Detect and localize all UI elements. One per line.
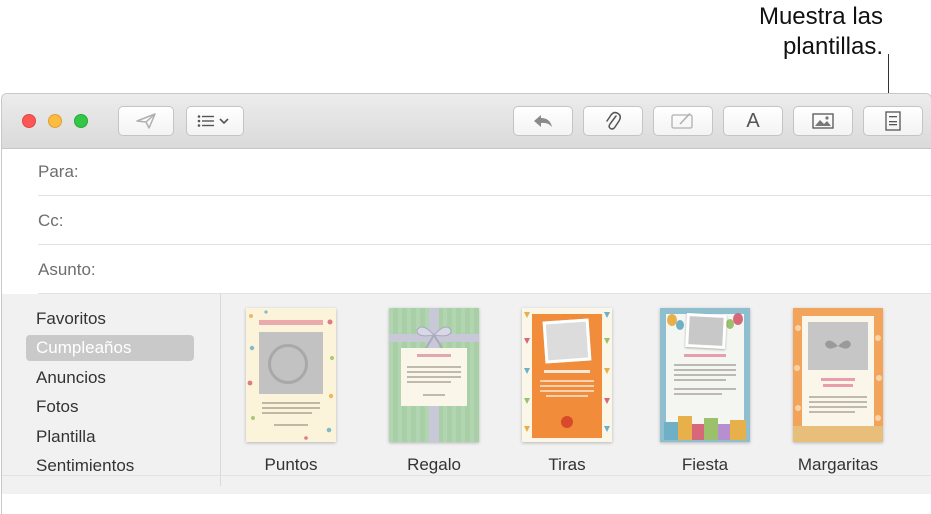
subject-label: Asunto: [38, 260, 96, 279]
attach-button[interactable] [583, 106, 643, 136]
template-thumbnail [793, 308, 883, 442]
category-plantilla[interactable]: Plantilla [36, 424, 96, 450]
category-cumpleanos[interactable]: Cumpleaños [26, 335, 194, 361]
template-label: Tiras [548, 455, 586, 474]
template-regalo[interactable]: Regalo [374, 308, 494, 475]
template-margaritas[interactable]: Margaritas [778, 308, 898, 475]
template-tiras[interactable]: Tiras [507, 308, 627, 475]
template-thumbnail [389, 308, 479, 442]
to-field[interactable]: Para: [38, 148, 931, 196]
font-label: A [746, 109, 760, 132]
list-chevron-icon [197, 115, 229, 127]
templates-panel: Favoritos Cumpleaños Anuncios Fotos Plan… [2, 294, 931, 494]
template-label: Fiesta [681, 455, 729, 474]
template-thumbnail [522, 308, 612, 442]
mail-compose-window: A Para: Cc: Asunto: Favoritos Cumpleaños… [1, 93, 931, 514]
panel-divider [2, 475, 931, 476]
template-puntos[interactable]: Puntos [231, 308, 351, 475]
markup-button[interactable] [653, 106, 713, 136]
template-label: Regalo [407, 455, 461, 474]
photo-icon [812, 113, 834, 129]
close-button[interactable] [22, 114, 36, 128]
template-label: Puntos [264, 455, 318, 474]
reply-arrow-icon [534, 115, 552, 127]
templates-icon [885, 111, 901, 131]
reply-button[interactable] [513, 106, 573, 136]
to-label: Para: [38, 162, 79, 181]
markup-icon [671, 112, 693, 129]
callout-line-1: Muestra las [758, 3, 883, 30]
template-thumbnail [660, 308, 750, 442]
template-categories: Favoritos Cumpleaños Anuncios Fotos Plan… [2, 294, 221, 486]
category-anuncios[interactable]: Anuncios [36, 365, 106, 391]
format-menu-button[interactable] [186, 106, 244, 136]
template-thumbnail [246, 308, 336, 442]
category-favoritos[interactable]: Favoritos [36, 306, 106, 332]
send-icon [136, 113, 156, 129]
minimize-button[interactable] [48, 114, 62, 128]
template-fiesta[interactable]: Fiesta [645, 308, 765, 475]
category-fotos[interactable]: Fotos [36, 394, 79, 420]
cc-label: Cc: [38, 211, 64, 230]
callout-annotation: Muestra las plantillas. [683, 2, 883, 62]
template-label: Margaritas [797, 455, 879, 474]
cc-field[interactable]: Cc: [38, 197, 931, 245]
paperclip-icon [606, 111, 621, 130]
callout-line-2: plantillas. [782, 33, 883, 60]
subject-field[interactable]: Asunto: [38, 246, 931, 294]
toolbar: A [2, 94, 931, 149]
font-button[interactable]: A [723, 106, 783, 136]
photo-browser-button[interactable] [793, 106, 853, 136]
show-templates-button[interactable] [863, 106, 923, 136]
zoom-button[interactable] [74, 114, 88, 128]
send-button[interactable] [118, 106, 174, 136]
